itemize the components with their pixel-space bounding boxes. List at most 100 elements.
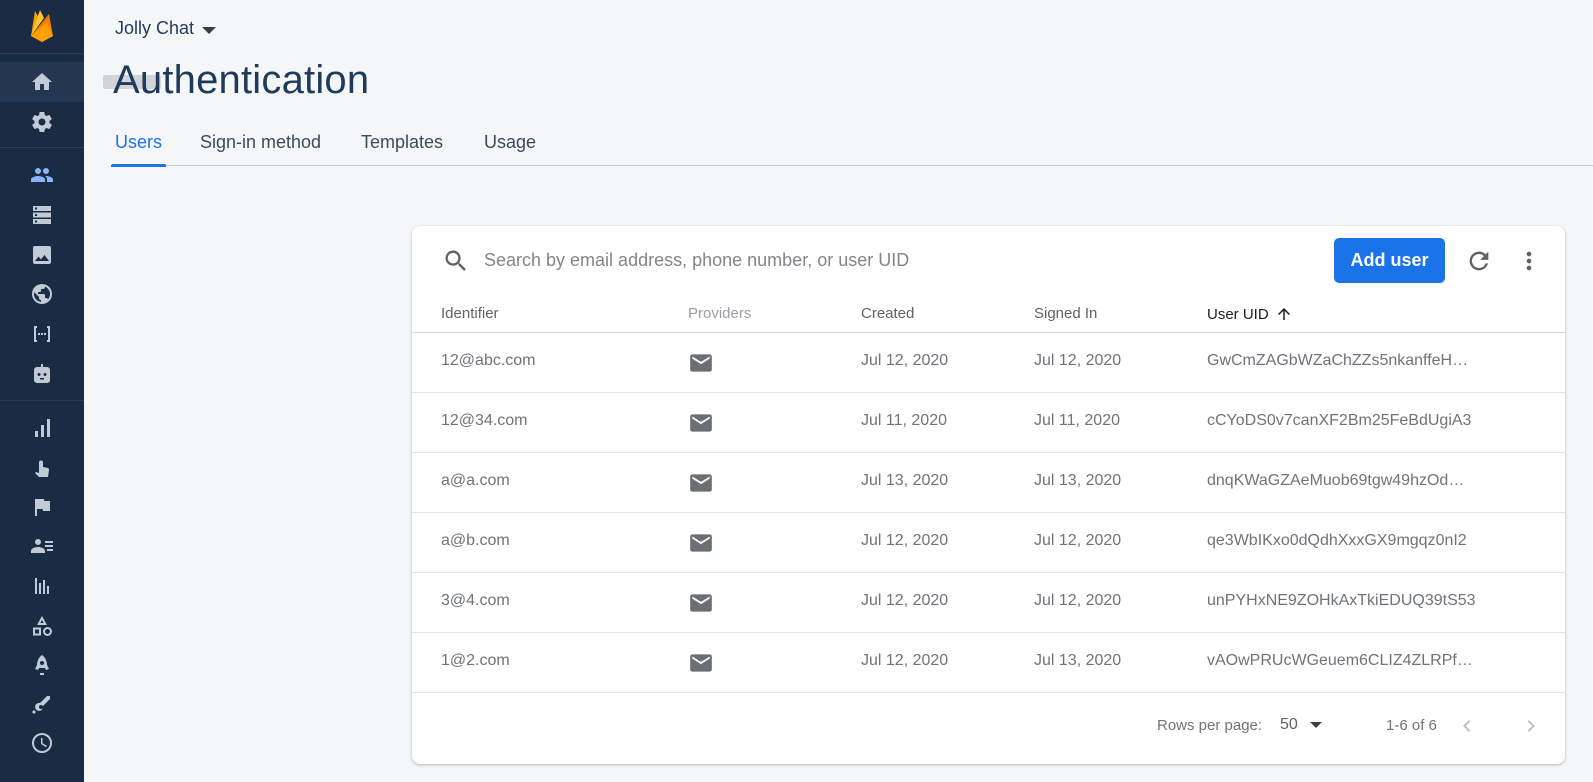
sidebar-item-app-distribution[interactable] bbox=[0, 606, 84, 646]
rows-per-page-label: Rows per page: bbox=[1157, 717, 1263, 734]
cell-signed-in: Jul 12, 2020 bbox=[1034, 592, 1122, 609]
column-created[interactable]: Created bbox=[861, 305, 914, 322]
sidebar-item-home[interactable] bbox=[0, 62, 84, 102]
cell-signed-in: Jul 12, 2020 bbox=[1034, 532, 1122, 549]
sidebar-divider bbox=[0, 147, 84, 148]
firebase-logo[interactable] bbox=[0, 0, 84, 54]
sidebar-item-settings[interactable] bbox=[0, 102, 84, 142]
cell-created: Jul 11, 2020 bbox=[861, 412, 947, 429]
sidebar-divider bbox=[0, 400, 84, 401]
app-distribution-icon bbox=[33, 616, 52, 636]
arrow-up-icon bbox=[1277, 308, 1290, 320]
column-identifier[interactable]: Identifier bbox=[441, 305, 499, 322]
table-header: Identifier Providers Created Signed In U… bbox=[412, 296, 1565, 333]
gear-icon bbox=[32, 112, 52, 133]
mail-icon bbox=[688, 650, 714, 681]
users-card: Add user Identifier Providers Created Si… bbox=[412, 226, 1565, 764]
sidebar-item-ab-testing[interactable] bbox=[0, 487, 84, 527]
sidebar bbox=[0, 0, 84, 782]
mail-icon bbox=[688, 590, 714, 621]
sidebar-item-functions[interactable] bbox=[0, 314, 84, 354]
mail-icon bbox=[688, 530, 714, 561]
cell-signed-in: Jul 13, 2020 bbox=[1034, 652, 1122, 669]
column-user-uid[interactable]: User UID bbox=[1207, 305, 1293, 323]
users-icon bbox=[31, 168, 53, 182]
cell-signed-in: Jul 11, 2020 bbox=[1034, 412, 1120, 429]
analytics-icon bbox=[35, 419, 50, 437]
predictions-icon bbox=[35, 460, 50, 477]
cell-identifier: 3@4.com bbox=[441, 592, 510, 609]
table-row[interactable]: a@a.com Jul 13, 2020 Jul 13, 2020 dnqKWa… bbox=[412, 453, 1565, 513]
table-row[interactable]: 1@2.com Jul 12, 2020 Jul 13, 2020 vAOwPR… bbox=[412, 633, 1565, 693]
cell-signed-in: Jul 13, 2020 bbox=[1034, 472, 1122, 489]
tab-templates[interactable]: Templates bbox=[357, 128, 447, 166]
table-row[interactable]: 12@abc.com Jul 12, 2020 Jul 12, 2020 GwC… bbox=[412, 333, 1565, 393]
cell-identifier: 12@abc.com bbox=[441, 352, 536, 369]
remote-config-icon bbox=[32, 733, 52, 753]
cell-identifier: 1@2.com bbox=[441, 652, 510, 669]
cell-created: Jul 12, 2020 bbox=[861, 592, 949, 609]
search-input[interactable] bbox=[484, 244, 1184, 276]
cell-created: Jul 12, 2020 bbox=[861, 352, 949, 369]
sidebar-item-database[interactable] bbox=[0, 195, 84, 235]
sidebar-item-predictions[interactable] bbox=[0, 448, 84, 488]
cell-user-uid: cCYoDS0v7canXF2Bm25FeBdUgiA3 bbox=[1207, 412, 1472, 429]
tab-bar: Users Sign-in method Templates Usage bbox=[111, 128, 1593, 167]
sidebar-item-crashlytics[interactable] bbox=[0, 645, 84, 685]
cell-user-uid: unPYHxNE9ZOHkAxTkiEDUQ39tS53 bbox=[1207, 592, 1476, 609]
extensions-icon bbox=[35, 578, 49, 594]
hosting-icon bbox=[32, 284, 52, 304]
tab-sign-in-method[interactable]: Sign-in method bbox=[196, 128, 325, 166]
cell-created: Jul 13, 2020 bbox=[861, 472, 949, 489]
tab-users[interactable]: Users bbox=[111, 128, 167, 167]
mail-icon bbox=[688, 410, 714, 441]
audiences-icon bbox=[31, 539, 53, 553]
firebase-logo-icon bbox=[31, 10, 53, 42]
cell-identifier: a@b.com bbox=[441, 532, 510, 549]
table-row[interactable]: a@b.com Jul 12, 2020 Jul 12, 2020 qe3WbI… bbox=[412, 513, 1565, 573]
sidebar-item-remote-config[interactable] bbox=[0, 723, 84, 763]
project-name: Jolly Chat bbox=[115, 18, 195, 38]
sidebar-item-ml[interactable] bbox=[0, 354, 84, 394]
pagination: Rows per page: 50 1-6 of 6 bbox=[412, 694, 1565, 764]
search-icon bbox=[445, 250, 466, 271]
chevron-left-icon[interactable] bbox=[1455, 714, 1479, 738]
rows-per-page-select[interactable]: 50 bbox=[1280, 716, 1322, 734]
home-icon bbox=[32, 73, 52, 90]
sidebar-item-authentication[interactable] bbox=[0, 155, 84, 195]
cell-user-uid: qe3WbIKxo0dQdhXxxGX9mgqz0nI2 bbox=[1207, 532, 1467, 549]
rows-per-page-value: 50 bbox=[1280, 716, 1298, 733]
column-signed-in[interactable]: Signed In bbox=[1034, 305, 1097, 322]
mail-icon bbox=[688, 470, 714, 501]
sidebar-item-analytics[interactable] bbox=[0, 408, 84, 448]
chevron-right-icon[interactable] bbox=[1519, 714, 1543, 738]
ab-testing-icon bbox=[35, 499, 50, 516]
performance-icon bbox=[32, 696, 50, 714]
table-row[interactable]: 3@4.com Jul 12, 2020 Jul 12, 2020 unPYHx… bbox=[412, 573, 1565, 633]
column-user-uid-label: User UID bbox=[1207, 305, 1269, 323]
sidebar-item-hosting[interactable] bbox=[0, 274, 84, 314]
chevron-down-icon bbox=[1309, 722, 1322, 728]
page-title: Authentication bbox=[113, 58, 370, 102]
cell-user-uid: GwCmZAGbWZaChZZs5nkanffeH… bbox=[1207, 352, 1469, 369]
database-icon bbox=[33, 206, 51, 224]
cell-identifier: 12@34.com bbox=[441, 412, 528, 429]
page-range: 1-6 of 6 bbox=[1386, 717, 1437, 734]
crashlytics-icon bbox=[35, 655, 49, 675]
add-user-button[interactable]: Add user bbox=[1334, 238, 1445, 283]
sidebar-item-performance[interactable] bbox=[0, 684, 84, 724]
project-selector[interactable]: Jolly Chat bbox=[115, 18, 217, 39]
functions-icon bbox=[34, 326, 50, 342]
cell-user-uid: vAOwPRUcWGeuem6CLIZ4ZLRPf… bbox=[1207, 652, 1473, 669]
sidebar-item-extensions[interactable] bbox=[0, 566, 84, 606]
mail-icon bbox=[688, 350, 714, 381]
tab-usage[interactable]: Usage bbox=[480, 128, 540, 166]
column-providers: Providers bbox=[688, 305, 752, 322]
table-row[interactable]: 12@34.com Jul 11, 2020 Jul 11, 2020 cCYo… bbox=[412, 393, 1565, 453]
cell-identifier: a@a.com bbox=[441, 472, 510, 489]
sidebar-item-storage[interactable] bbox=[0, 235, 84, 275]
cell-signed-in: Jul 12, 2020 bbox=[1034, 352, 1122, 369]
more-vert-icon[interactable] bbox=[1515, 247, 1543, 275]
sidebar-item-audiences[interactable] bbox=[0, 526, 84, 566]
refresh-icon[interactable] bbox=[1465, 247, 1493, 275]
